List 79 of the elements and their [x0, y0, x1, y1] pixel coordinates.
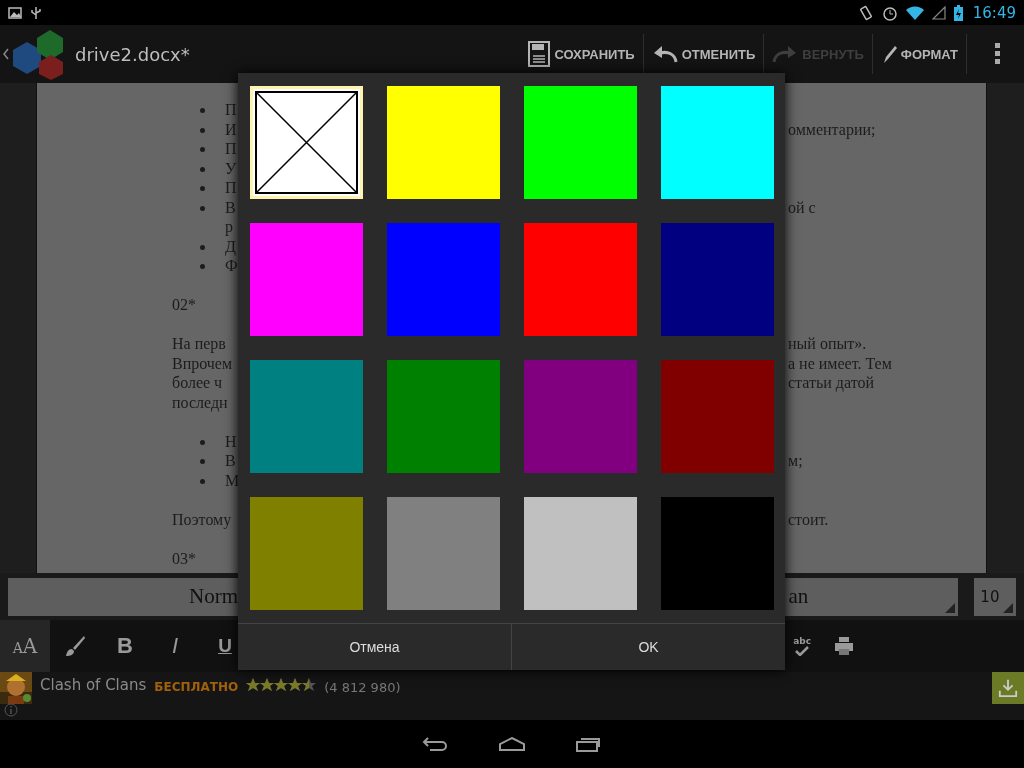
star-icon [260, 678, 275, 692]
document-text: П [225, 178, 237, 198]
check-icon [795, 646, 810, 656]
color-swatch[interactable] [250, 360, 363, 473]
signal-icon [931, 5, 946, 20]
document-text: Поэтому [172, 509, 232, 529]
color-swatch[interactable] [387, 360, 500, 473]
rating-count: (4 812 980) [324, 680, 401, 695]
rotate-icon [857, 4, 874, 21]
document-text: На перв [172, 334, 226, 354]
color-swatch[interactable] [524, 360, 637, 473]
document-text: стоит. [788, 509, 829, 529]
home-button[interactable] [498, 737, 526, 751]
save-icon [528, 41, 551, 67]
printer-icon [834, 636, 854, 656]
back-button[interactable] [422, 736, 448, 752]
document-text: омментарии; [788, 119, 876, 139]
document-text: Н [225, 431, 237, 451]
document-text: В [225, 197, 236, 217]
price-label: БЕСПЛАТНО [154, 680, 239, 694]
document-text: В [225, 451, 236, 471]
star-icon [288, 678, 303, 692]
color-swatch[interactable] [524, 223, 637, 336]
download-button[interactable] [992, 672, 1024, 704]
color-swatch[interactable] [524, 497, 637, 610]
back-chevron-icon[interactable] [3, 48, 9, 60]
usb-icon [30, 5, 42, 20]
info-icon[interactable] [4, 703, 18, 717]
italic-button[interactable]: I [150, 620, 200, 672]
wifi-icon [905, 5, 924, 20]
document-text: 03* [172, 548, 196, 568]
color-swatch[interactable] [524, 86, 637, 199]
color-swatch[interactable] [387, 223, 500, 336]
document-text: статьи датой [788, 373, 874, 393]
document-text: П [225, 139, 237, 159]
document-text: Д [225, 236, 236, 256]
bold-button[interactable]: B [100, 620, 150, 672]
battery-icon [953, 4, 963, 21]
document-text: 02* [172, 295, 196, 315]
star-icon [274, 678, 289, 692]
document-text: р [225, 217, 233, 237]
document-text: ный опыт». [788, 334, 867, 354]
color-swatch[interactable] [387, 86, 500, 199]
brush-icon [64, 635, 86, 657]
document-text: П [225, 100, 237, 120]
document-text: более ч [172, 373, 223, 393]
overflow-menu-icon[interactable] [995, 43, 1000, 65]
format-button[interactable]: ФОРМАТ [872, 34, 967, 74]
star-icon [246, 678, 261, 692]
document-title: drive2.docx* [75, 43, 191, 65]
spellcheck-button[interactable]: abc [785, 636, 819, 656]
dropdown-corner-icon [945, 602, 956, 613]
document-text: М [225, 470, 240, 490]
star-icon [302, 678, 317, 692]
color-swatch[interactable] [661, 86, 774, 199]
color-swatch[interactable] [387, 497, 500, 610]
dropdown-corner-icon [1003, 602, 1013, 613]
document-text: а не имеет. Тем [788, 353, 892, 373]
download-icon [998, 677, 1018, 699]
color-swatch[interactable] [661, 360, 774, 473]
document-text: ой с [788, 197, 816, 217]
ok-button[interactable]: OK [511, 624, 785, 670]
picture-notification-icon [8, 6, 22, 19]
clock-time: 16:49 [972, 3, 1016, 22]
document-text: последн [172, 392, 228, 412]
document-text: м; [788, 451, 803, 471]
color-swatch[interactable] [661, 497, 774, 610]
document-text: И [225, 119, 237, 139]
document-text: Ф [225, 256, 238, 276]
color-swatch[interactable] [661, 223, 774, 336]
recent-apps-button[interactable] [576, 736, 602, 752]
color-swatch[interactable] [250, 497, 363, 610]
ad-app-title[interactable]: Clash of Clans [40, 676, 147, 694]
no-color-swatch[interactable] [250, 86, 363, 199]
color-swatch[interactable] [250, 223, 363, 336]
alarm-icon [881, 4, 898, 21]
document-text: Впрочем [172, 353, 233, 373]
text-size-button[interactable]: AA [0, 620, 50, 672]
document-text: У [225, 158, 237, 178]
